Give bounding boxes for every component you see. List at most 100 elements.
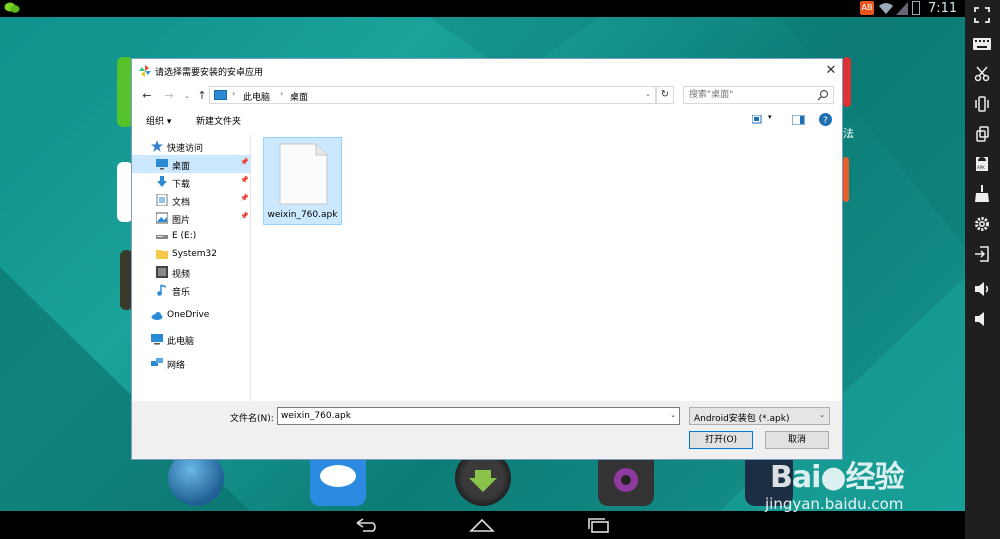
pin-icon[interactable]: 📌 [240,212,249,220]
clean-tool-button[interactable] [971,183,993,205]
organize-button[interactable]: 组织 ▾ [146,114,171,127]
nav-network[interactable]: 网络 [132,354,250,372]
computer-icon [151,334,163,345]
pc-icon [214,90,227,100]
help-icon[interactable]: ? [819,113,832,126]
document-icon [156,194,168,206]
nav-downloads-label: 下载 [172,180,191,190]
battery-icon [912,1,920,15]
dialog-footer: 文件名(N): ⌄ Android安装包 (*.apk) ⌄ 打开(O) 取消 [132,401,842,459]
apk-icon: APK [976,157,988,171]
file-type-value: Android安装包 (*.apk) [694,414,790,424]
nav-music-label: 音乐 [172,288,191,298]
nav-music[interactable]: 音乐 [132,281,250,299]
back-button[interactable]: ← [140,89,154,103]
video-icon [156,266,168,278]
shake-tool-button[interactable] [971,93,993,115]
file-name: weixin_760.apk [267,210,338,220]
baidu-jingyan-watermark: Bai●经验 jingyan.baidu.com [750,440,965,515]
refresh-button[interactable]: ↻ [656,86,674,104]
wechat-notification-icon [4,2,20,13]
volume-down-tool-button[interactable] [971,308,993,330]
back-nav-icon[interactable] [353,517,379,533]
file-item[interactable]: weixin_760.apk [263,137,342,225]
search-input[interactable] [684,87,809,103]
volume-up-icon [975,282,989,296]
app-label-fragment: 法 [843,127,854,140]
nav-pictures[interactable]: 图片 📌 [132,209,250,227]
home-nav-icon[interactable] [469,517,495,533]
nav-system32[interactable]: System32 [132,245,250,263]
file-document-icon [279,143,328,205]
svg-text:?: ? [823,116,828,126]
nav-desktop[interactable]: 桌面 📌 [132,155,250,173]
nav-desktop-label: 桌面 [172,162,191,172]
preview-pane-icon[interactable] [792,115,805,125]
dialog-title-bar[interactable]: 请选择需要安装的安卓应用 ✕ [132,59,842,83]
exit-tool-button[interactable] [971,243,993,265]
file-type-select[interactable]: Android安装包 (*.apk) ⌄ [689,407,830,425]
nav-quick-access[interactable]: 快速访问 [132,137,250,155]
forward-button[interactable]: → [162,89,176,103]
nav-this-pc[interactable]: 此电脑 [132,330,250,348]
desktop-icon [156,159,168,170]
recent-apps-nav-icon[interactable] [586,517,612,533]
apk-install-tool-button[interactable]: APK [971,153,993,175]
settings-tool-button[interactable] [971,213,993,235]
nav-documents[interactable]: 文档 📌 [132,191,250,209]
watermark-url: jingyan.baidu.com [765,495,904,513]
navigation-pane: 快速访问 桌面 📌 下载 📌 文档 📌 图片 📌 E (E:) System32… [132,135,251,401]
close-button[interactable]: ✕ [822,62,840,80]
app-icon-right-2[interactable] [843,157,849,202]
pin-icon[interactable]: 📌 [240,194,249,202]
volume-down-icon [975,312,984,326]
filename-label: 文件名(N): [230,414,274,424]
exit-icon [975,246,989,262]
network-icon [151,358,163,366]
picture-icon [156,212,168,224]
breadcrumb-desktop[interactable]: 桌面 [290,90,308,103]
file-list-area: weixin_760.apk [252,135,842,401]
screenshot-tool-button[interactable] [971,63,993,85]
chevron-down-icon: ⌄ [184,92,190,100]
wifi-icon [879,3,893,15]
filename-input[interactable] [278,408,663,424]
chevron-down-icon: ⌄ [819,411,825,419]
up-button[interactable]: ↑ [195,89,209,103]
filename-field[interactable]: ⌄ [277,407,680,425]
address-row: ← → ⌄ ↑ › 此电脑 › 桌面 ⌄ ↻ [132,85,842,107]
volume-up-tool-button[interactable] [971,278,993,300]
music-icon [157,284,167,296]
nav-onedrive-label: OneDrive [167,310,210,320]
cloud-icon [151,312,163,320]
keyboard-tool-button[interactable] [971,33,993,55]
breadcrumb-this-pc[interactable]: 此电脑 [243,90,270,103]
nav-quick-access-label: 快速访问 [167,144,204,154]
nav-drive-e-label: E (E:) [172,231,197,241]
broom-icon [975,185,989,202]
baidu-logo: Bai●经验 [770,460,905,495]
rotate-tool-button[interactable] [971,123,993,145]
nav-videos[interactable]: 视频 [132,263,250,281]
view-dropdown-icon[interactable]: ▾ [768,113,772,121]
address-bar[interactable]: › 此电脑 › 桌面 ⌄ [209,86,656,104]
emulator-toolbar: APK [965,0,1000,539]
recent-locations-button[interactable]: ⌄ [180,89,194,103]
fullscreen-tool-button[interactable] [971,4,993,26]
chevron-down-icon[interactable]: ⌄ [645,90,651,98]
view-icon[interactable] [752,115,764,125]
chevron-down-icon[interactable]: ⌄ [670,411,676,419]
app-icon-right-1[interactable] [843,57,851,107]
nav-drive-e[interactable]: E (E:) [132,227,250,245]
nav-onedrive[interactable]: OneDrive [132,306,250,324]
open-button[interactable]: 打开(O) [689,431,753,449]
forward-icon: → [164,89,174,102]
search-box[interactable] [683,86,834,104]
pin-icon[interactable]: 📌 [240,158,249,166]
gear-icon [975,217,989,231]
pin-icon[interactable]: 📌 [240,176,249,184]
star-icon [151,140,163,152]
svg-text:APK: APK [977,165,985,170]
nav-downloads[interactable]: 下载 📌 [132,173,250,191]
new-folder-button[interactable]: 新建文件夹 [196,114,241,127]
